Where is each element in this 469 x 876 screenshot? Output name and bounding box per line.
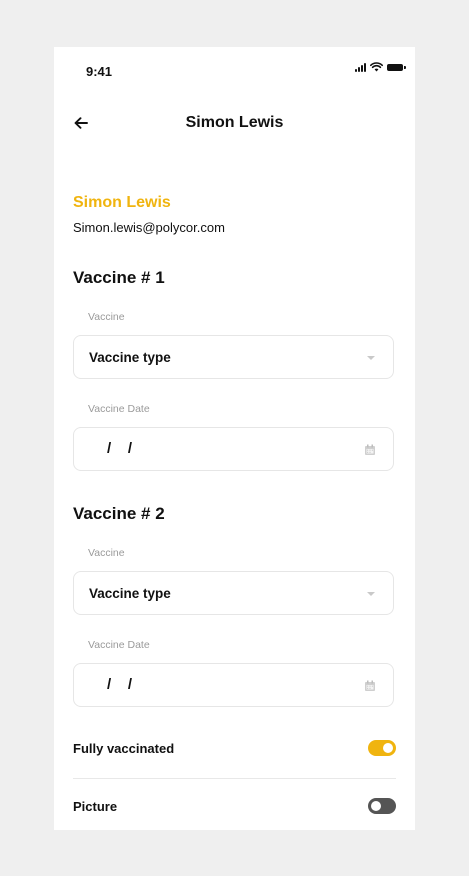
phone-screen: 9:41 Simon Lewis Simon Lewis Simon.lewis… [54, 47, 415, 830]
toggle-knob [383, 743, 393, 753]
picture-toggle[interactable] [368, 798, 396, 814]
vaccine-1-type-label: Vaccine [88, 311, 125, 323]
vaccine-1-title: Vaccine # 1 [73, 268, 165, 287]
user-email: Simon.lewis@polycor.com [73, 220, 225, 235]
picture-row: Picture [73, 791, 396, 821]
vaccine-2-title: Vaccine # 2 [73, 504, 165, 523]
vaccine-1-date-label: Vaccine Date [88, 403, 150, 415]
toggle-knob [371, 801, 381, 811]
vaccine-1-date-input[interactable]: / / [73, 427, 394, 471]
divider [73, 778, 396, 779]
status-time: 9:41 [86, 64, 113, 79]
vaccine-1-type-select[interactable]: Vaccine type [73, 335, 394, 379]
calendar-icon [365, 444, 375, 455]
battery-icon [387, 63, 406, 71]
nav-bar: Simon Lewis [54, 109, 415, 139]
vaccine-2-type-label: Vaccine [88, 547, 125, 559]
vaccine-2-date-value: / / [107, 676, 133, 693]
picture-label: Picture [73, 799, 118, 814]
vaccine-2-type-value: Vaccine type [89, 586, 171, 601]
user-name: Simon Lewis [73, 194, 171, 211]
signal-icon [355, 62, 366, 72]
wifi-icon [370, 62, 383, 72]
fully-vaccinated-row: Fully vaccinated [73, 733, 396, 763]
calendar-icon [365, 680, 375, 691]
chevron-down-icon [367, 592, 375, 596]
vaccine-2-date-input[interactable]: / / [73, 663, 394, 707]
vaccine-1-date-value: / / [107, 440, 133, 457]
vaccine-2-date-label: Vaccine Date [88, 639, 150, 651]
vaccine-2-type-select[interactable]: Vaccine type [73, 571, 394, 615]
status-icons [355, 62, 406, 72]
page-title: Simon Lewis [185, 114, 284, 131]
status-bar: 9:41 [54, 47, 415, 97]
chevron-down-icon [367, 356, 375, 360]
fully-vaccinated-toggle[interactable] [368, 740, 396, 756]
fully-vaccinated-label: Fully vaccinated [73, 741, 175, 756]
vaccine-1-type-value: Vaccine type [89, 350, 171, 365]
